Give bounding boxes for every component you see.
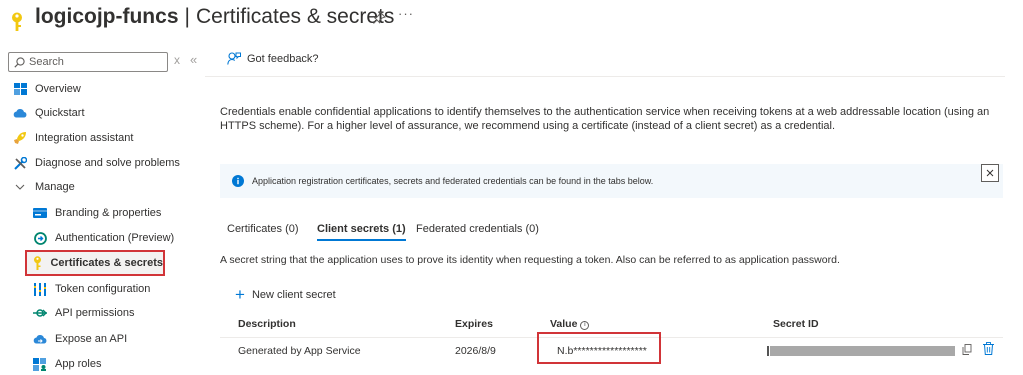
refresh-circle-icon [32, 230, 48, 246]
sidebar-item-label: Integration assistant [35, 132, 134, 144]
tab-client-secrets[interactable]: Client secrets (1) [317, 223, 406, 241]
chevron-down-icon [12, 179, 28, 195]
sidebar-item-label: Authentication (Preview) [55, 232, 175, 244]
bars-icon [32, 281, 48, 297]
sidebar-item-label: Token configuration [55, 283, 151, 295]
sidebar: x « Overview Quickstart Integration assi… [0, 40, 205, 375]
title-separator: | [184, 5, 190, 28]
sidebar-item-label: Manage [35, 181, 75, 193]
card-icon [32, 205, 48, 221]
sidebar-item-api-permissions[interactable]: API permissions [32, 302, 134, 324]
blade-name: Certificates & secrets [195, 5, 395, 28]
sidebar-item-authentication[interactable]: Authentication (Preview) [32, 227, 174, 249]
secret-description-cell: Generated by App Service [238, 345, 361, 357]
tab-certificates[interactable]: Certificates (0) [227, 223, 299, 239]
sidebar-item-label: Branding & properties [55, 207, 162, 219]
feedback-button[interactable]: Got feedback? [227, 52, 319, 65]
sidebar-item-label: Overview [35, 83, 81, 95]
info-icon [232, 175, 244, 187]
api-arrow-icon [32, 305, 48, 321]
copy-icon[interactable] [962, 344, 972, 355]
dismiss-banner-button[interactable] [981, 164, 999, 182]
sidebar-item-integration-assistant[interactable]: Integration assistant [12, 127, 133, 149]
feedback-person-icon [227, 52, 241, 65]
plus-icon: + [235, 285, 245, 304]
collapse-sidebar-button[interactable]: « [190, 52, 197, 67]
secret-id-redacted [767, 346, 955, 356]
sidebar-item-label: Expose an API [55, 333, 128, 345]
secret-value-cell[interactable]: N.b****************** [557, 345, 647, 357]
column-header-value-label: Value [550, 318, 578, 330]
cloud-icon [32, 331, 48, 347]
clear-search-button[interactable]: x [174, 53, 180, 67]
info-banner-message: Application registration certificates, s… [252, 176, 654, 186]
delete-icon[interactable] [983, 342, 994, 355]
close-icon [986, 169, 994, 177]
wrench-icon [12, 155, 28, 171]
more-options-button[interactable]: ··· [398, 6, 414, 21]
info-banner: Application registration certificates, s… [220, 164, 1003, 198]
people-grid-icon [32, 356, 48, 372]
rocket-icon [12, 130, 28, 146]
secret-expires-cell: 2026/8/9 [455, 345, 496, 357]
cloud-icon [12, 105, 28, 121]
app-name: logicojp-funcs [35, 5, 179, 28]
sidebar-item-token-configuration[interactable]: Token configuration [32, 278, 150, 300]
sidebar-item-diagnose[interactable]: Diagnose and solve problems [12, 152, 180, 174]
search-input[interactable] [29, 55, 164, 69]
credentials-description: Credentials enable confidential applicat… [220, 106, 990, 132]
key-icon [12, 12, 22, 31]
sidebar-item-certificates-secrets[interactable]: Certificates & secrets [25, 250, 165, 276]
sidebar-item-expose-api[interactable]: Expose an API [32, 328, 127, 350]
overview-grid-icon [12, 81, 28, 97]
sidebar-group-manage[interactable]: Manage [12, 176, 75, 198]
sidebar-item-overview[interactable]: Overview [12, 78, 81, 100]
sidebar-item-app-roles[interactable]: App roles [32, 353, 101, 375]
column-header-description[interactable]: Description [238, 318, 296, 330]
sidebar-item-label: Diagnose and solve problems [35, 157, 180, 169]
key-icon [32, 255, 43, 271]
client-secrets-description: A secret string that the application use… [220, 254, 840, 266]
page-header: logicojp-funcs | Certificates & secrets ··… [0, 0, 1023, 40]
search-icon [14, 57, 25, 68]
feedback-label: Got feedback? [247, 52, 319, 65]
column-header-value[interactable]: Value i [550, 318, 590, 330]
sidebar-item-quickstart[interactable]: Quickstart [12, 102, 85, 124]
pin-icon[interactable] [372, 11, 386, 25]
info-icon[interactable]: i [580, 321, 590, 330]
column-header-secret-id[interactable]: Secret ID [773, 318, 819, 330]
column-header-expires[interactable]: Expires [455, 318, 493, 330]
new-client-secret-label: New client secret [251, 289, 336, 301]
sidebar-item-label: Certificates & secrets [50, 257, 163, 269]
toolbar-divider [205, 76, 1005, 77]
sidebar-item-label: API permissions [55, 307, 135, 319]
tab-federated-credentials[interactable]: Federated credentials (0) [416, 223, 539, 239]
sidebar-item-branding[interactable]: Branding & properties [32, 202, 161, 224]
main-content: Got feedback? Credentials enable confide… [205, 40, 1023, 375]
page-title: logicojp-funcs | Certificates & secrets [35, 5, 394, 29]
search-box[interactable] [8, 52, 168, 72]
sidebar-item-label: Quickstart [35, 107, 85, 119]
sidebar-item-label: App roles [55, 358, 102, 370]
new-client-secret-button[interactable]: + New client secret [235, 285, 336, 304]
